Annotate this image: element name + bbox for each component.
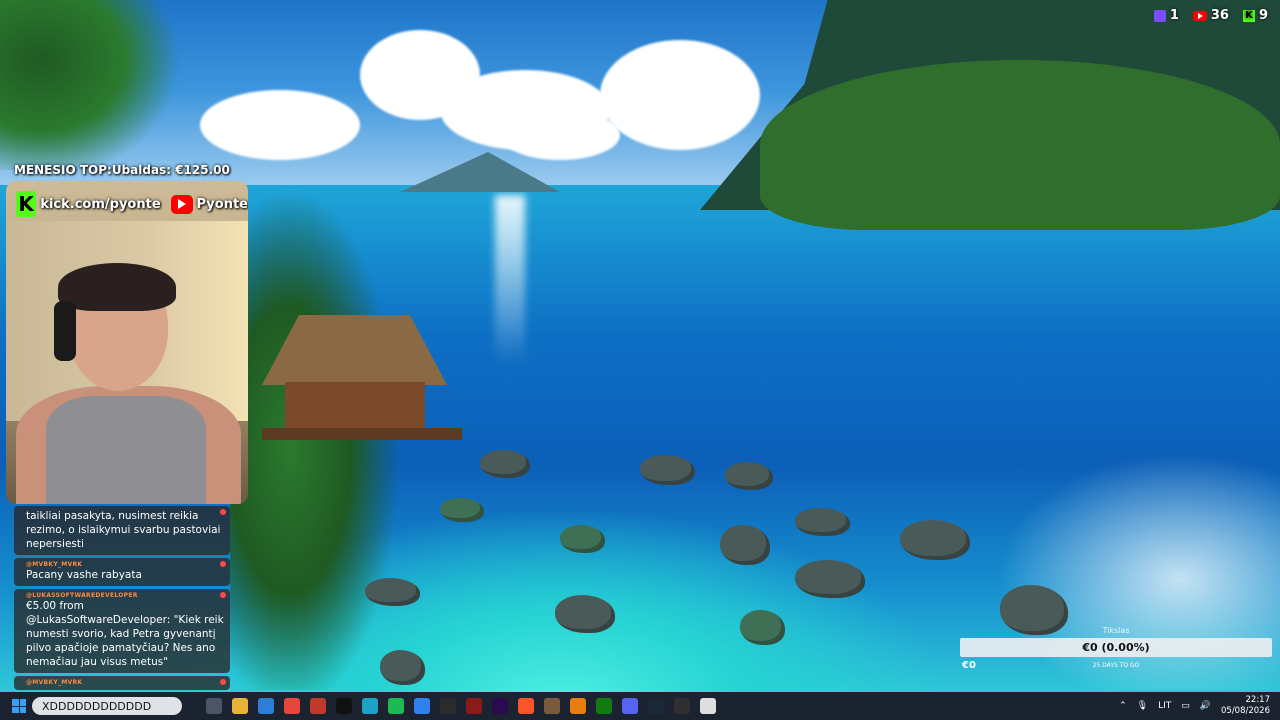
platform-dot-icon <box>220 561 226 567</box>
youtube-channel-name: Pyonte <box>196 196 248 212</box>
taskbar-apps <box>206 698 716 714</box>
brave-icon[interactable] <box>518 698 534 714</box>
viewer-count: 36 <box>1210 8 1229 23</box>
jungle-shore <box>230 190 430 690</box>
webcam-person-hair <box>58 263 176 311</box>
goal-remaining: 25 DAYS TO GO <box>1092 662 1140 669</box>
headset-icon <box>54 301 76 361</box>
chat-feed: taikliai pasakyta, nusimest reikia rezim… <box>14 506 230 692</box>
rock <box>440 498 484 522</box>
microphone-icon[interactable]: 🎙 <box>1137 701 1148 711</box>
volume-icon[interactable]: 🔊 <box>1200 701 1211 711</box>
file-explorer-icon[interactable] <box>232 698 248 714</box>
viewer-count: 1 <box>1169 8 1179 23</box>
viewer-counter-kick: K 9 <box>1242 8 1268 23</box>
chat-username: @LUKASSOFTWAREDEVELOPER <box>26 592 138 599</box>
goal-title: Tikslas <box>1102 626 1130 635</box>
green-island <box>760 60 1280 230</box>
chat-username: @MVBKY_MVRK <box>26 561 83 568</box>
game-app-icon[interactable] <box>440 698 456 714</box>
network-icon[interactable]: ▭ <box>1181 701 1190 711</box>
viewer-counter-twitch: 1 <box>1153 8 1179 23</box>
spotify-icon[interactable] <box>388 698 404 714</box>
chat-message: @MVBKY_MVRK <box>14 676 230 690</box>
viewer-counters: 1 36 K 9 <box>1153 8 1268 23</box>
rock <box>480 450 530 478</box>
blender-icon[interactable] <box>570 698 586 714</box>
rock <box>365 578 420 606</box>
goal-progress-bar: €0 (0.00%) <box>960 638 1272 657</box>
rock <box>555 595 615 633</box>
cloud <box>600 40 760 150</box>
kick-viewers-icon: K <box>1242 9 1255 22</box>
steam-icon[interactable] <box>648 698 664 714</box>
media-player-icon[interactable] <box>466 698 482 714</box>
photos-icon[interactable] <box>414 698 430 714</box>
rock <box>640 455 695 485</box>
kick-logo-icon: K <box>16 191 37 217</box>
cloud <box>500 110 620 160</box>
chat-message: @LUKASSOFTWAREDEVELOPER €5.00 from @Luka… <box>14 589 230 673</box>
search-text: XDDDDDDDDDDDD <box>42 699 152 713</box>
rock <box>725 462 773 490</box>
clock-time: 22:17 <box>1245 695 1271 705</box>
rock <box>900 520 970 560</box>
capcut-icon[interactable] <box>336 698 352 714</box>
hut-deck <box>262 428 462 440</box>
sun-reflection <box>495 195 525 365</box>
clock[interactable]: 22:17 05/08/2026 <box>1221 695 1270 717</box>
social-banner: K kick.com/pyonte Pyonte <box>6 187 248 221</box>
viewer-counter-youtube: 36 <box>1192 8 1229 23</box>
task-view-icon[interactable] <box>206 698 222 714</box>
rock <box>795 560 865 598</box>
donation-goal: Tikslas €0 (0.00%) €0 25 DAYS TO GO <box>960 626 1272 676</box>
taskbar-search-box[interactable]: XDDDDDDDDDDDD <box>32 697 182 715</box>
kick-url: kick.com/pyonte <box>40 196 161 212</box>
twitch-viewers-icon <box>1153 9 1166 22</box>
chat-text: €5.00 from @LukasSoftwareDeveloper: "Kie… <box>26 600 224 668</box>
chat-text: taikliai pasakyta, nusimest reikia rezim… <box>26 510 221 550</box>
windows-taskbar: XDDDDDDDDDDDD ⌃ 🎙 LIT ▭ 🔊 22:17 05/08/20… <box>0 692 1280 720</box>
youtube-viewers-icon <box>1192 10 1207 21</box>
xbox-icon[interactable] <box>596 698 612 714</box>
chrome-icon[interactable] <box>284 698 300 714</box>
notes-icon[interactable] <box>700 698 716 714</box>
webcam-person-tanktop <box>46 396 206 504</box>
keyboard-language[interactable]: LIT <box>1158 701 1171 711</box>
discord-icon[interactable] <box>622 698 638 714</box>
chat-username: @MVBKY_MVRK <box>26 679 83 686</box>
archive-icon[interactable] <box>544 698 560 714</box>
webcam-feed: K kick.com/pyonte Pyonte <box>6 181 248 504</box>
microsoft-store-icon[interactable] <box>258 698 274 714</box>
media-app-icon[interactable] <box>310 698 326 714</box>
rock <box>740 610 785 645</box>
chat-text: Pacany vashe rabyata <box>26 569 142 581</box>
chat-message: @MVBKY_MVRK Pacany vashe rabyata <box>14 558 230 586</box>
monthly-top-donor: MENESIO TOP:Ubaldas: €125.00 <box>14 163 230 177</box>
platform-dot-icon <box>220 679 226 685</box>
premiere-icon[interactable] <box>492 698 508 714</box>
rock <box>720 525 770 565</box>
platform-dot-icon <box>220 592 226 598</box>
platform-dot-icon <box>220 509 226 515</box>
youtube-logo-icon <box>170 194 193 214</box>
viewer-count: 9 <box>1258 8 1268 23</box>
rock <box>560 525 605 553</box>
goal-value: €0 (0.00%) <box>1082 641 1150 654</box>
obs-icon[interactable] <box>674 698 690 714</box>
chat-message: taikliai pasakyta, nusimest reikia rezim… <box>14 506 230 555</box>
palm-trees <box>0 0 250 170</box>
edge-icon[interactable] <box>362 698 378 714</box>
hut-body <box>285 382 425 432</box>
rock <box>795 508 850 536</box>
system-tray: ⌃ 🎙 LIT ▭ 🔊 22:17 05/08/2026 <box>1119 692 1270 720</box>
windows-start-icon[interactable] <box>12 699 26 713</box>
clock-date: 05/08/2026 <box>1221 706 1270 716</box>
rock <box>380 650 425 685</box>
chevron-up-icon[interactable]: ⌃ <box>1119 701 1127 711</box>
